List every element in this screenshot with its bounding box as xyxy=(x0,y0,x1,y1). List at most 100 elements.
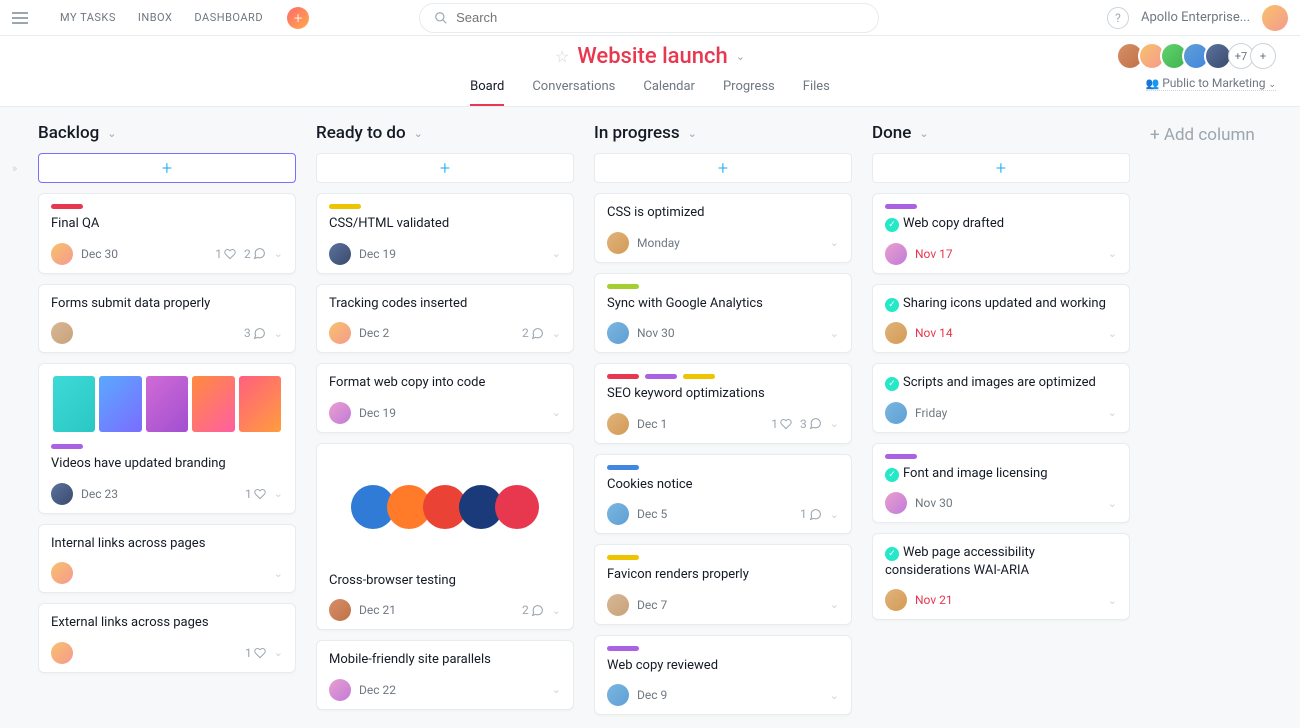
card-menu-chevron[interactable]: ⌄ xyxy=(552,406,561,419)
assignee-avatar[interactable] xyxy=(51,562,73,584)
card-menu-chevron[interactable]: ⌄ xyxy=(830,327,839,340)
tab-conversations[interactable]: Conversations xyxy=(532,73,615,106)
search-input[interactable] xyxy=(456,10,864,25)
assignee-avatar[interactable] xyxy=(885,322,907,344)
task-card[interactable]: Forms submit data properly3⌄ xyxy=(38,284,296,354)
task-card[interactable]: CSS/HTML validatedDec 19⌄ xyxy=(316,193,574,274)
task-card[interactable]: Mobile-friendly site parallelsDec 22⌄ xyxy=(316,640,574,710)
menu-icon[interactable] xyxy=(12,6,36,30)
card-menu-chevron[interactable]: ⌄ xyxy=(830,236,839,249)
assignee-avatar[interactable] xyxy=(51,322,73,344)
card-menu-chevron[interactable]: ⌄ xyxy=(830,508,839,521)
task-card[interactable]: Format web copy into codeDec 19⌄ xyxy=(316,363,574,433)
add-card-button[interactable]: + xyxy=(872,153,1130,183)
assignee-avatar[interactable] xyxy=(329,243,351,265)
assignee-avatar[interactable] xyxy=(885,402,907,424)
like-count[interactable]: 1 xyxy=(215,247,236,261)
assignee-avatar[interactable] xyxy=(885,492,907,514)
card-menu-chevron[interactable]: ⌄ xyxy=(274,327,283,340)
assignee-avatar[interactable] xyxy=(329,322,351,344)
task-card[interactable]: External links across pages1⌄ xyxy=(38,603,296,673)
task-card[interactable]: Videos have updated brandingDec 231⌄ xyxy=(38,363,296,514)
task-card[interactable]: Cookies noticeDec 51⌄ xyxy=(594,454,852,535)
card-menu-chevron[interactable]: ⌄ xyxy=(1108,594,1117,607)
assignee-avatar[interactable] xyxy=(885,243,907,265)
expand-sidebar-icon[interactable]: » xyxy=(12,162,17,175)
task-card[interactable]: ✓Web copy draftedNov 17⌄ xyxy=(872,193,1130,274)
tab-files[interactable]: Files xyxy=(803,73,830,106)
task-card[interactable]: Final QADec 3012⌄ xyxy=(38,193,296,274)
task-card[interactable]: Favicon renders properlyDec 7⌄ xyxy=(594,544,852,625)
add-card-button[interactable]: + xyxy=(316,153,574,183)
task-card[interactable]: Tracking codes insertedDec 22⌄ xyxy=(316,284,574,354)
assignee-avatar[interactable] xyxy=(607,594,629,616)
card-menu-chevron[interactable]: ⌄ xyxy=(552,247,561,260)
card-menu-chevron[interactable]: ⌄ xyxy=(1108,497,1117,510)
card-menu-chevron[interactable]: ⌄ xyxy=(274,646,283,659)
card-menu-chevron[interactable]: ⌄ xyxy=(552,683,561,696)
card-menu-chevron[interactable]: ⌄ xyxy=(552,327,561,340)
card-menu-chevron[interactable]: ⌄ xyxy=(1108,327,1117,340)
task-card[interactable]: Cross-browser testingDec 212⌄ xyxy=(316,443,574,631)
assignee-avatar[interactable] xyxy=(607,413,629,435)
task-card[interactable]: ✓Font and image licensingNov 30⌄ xyxy=(872,443,1130,524)
add-card-button[interactable]: + xyxy=(38,153,296,183)
nav-inbox[interactable]: INBOX xyxy=(138,11,173,24)
assignee-avatar[interactable] xyxy=(51,642,73,664)
assignee-avatar[interactable] xyxy=(885,589,907,611)
column-menu-chevron[interactable]: ⌄ xyxy=(414,127,423,140)
project-members[interactable]: +7 + xyxy=(1122,42,1276,70)
card-menu-chevron[interactable]: ⌄ xyxy=(1108,406,1117,419)
project-visibility[interactable]: 👥 Public to Marketing ⌄ xyxy=(1146,76,1276,91)
tab-progress[interactable]: Progress xyxy=(723,73,775,106)
search-box[interactable] xyxy=(419,3,879,33)
task-card[interactable]: ✓Sharing icons updated and workingNov 14… xyxy=(872,284,1130,354)
comment-count[interactable]: 2 xyxy=(244,247,266,261)
workspace-name[interactable]: Apollo Enterprise... xyxy=(1141,10,1250,25)
card-menu-chevron[interactable]: ⌄ xyxy=(274,247,283,260)
user-avatar[interactable] xyxy=(1262,5,1288,31)
task-card[interactable]: Internal links across pages⌄ xyxy=(38,524,296,594)
card-menu-chevron[interactable]: ⌄ xyxy=(830,689,839,702)
project-menu-chevron[interactable]: ⌄ xyxy=(736,50,745,63)
task-card[interactable]: CSS is optimizedMonday⌄ xyxy=(594,193,852,263)
comment-count[interactable]: 2 xyxy=(522,326,544,340)
card-menu-chevron[interactable]: ⌄ xyxy=(274,487,283,500)
add-card-button[interactable]: + xyxy=(594,153,852,183)
tab-calendar[interactable]: Calendar xyxy=(643,73,695,106)
card-menu-chevron[interactable]: ⌄ xyxy=(830,417,839,430)
task-card[interactable]: ✓Web page accessibility considerations W… xyxy=(872,533,1130,620)
comment-count[interactable]: 3 xyxy=(244,326,266,340)
nav-dashboard[interactable]: DASHBOARD xyxy=(194,11,263,24)
comment-count[interactable]: 2 xyxy=(522,603,544,617)
task-card[interactable]: Sync with Google AnalyticsNov 30⌄ xyxy=(594,273,852,354)
like-count[interactable]: 1 xyxy=(245,646,266,660)
column-menu-chevron[interactable]: ⌄ xyxy=(107,127,116,140)
like-count[interactable]: 1 xyxy=(771,417,792,431)
assignee-avatar[interactable] xyxy=(607,503,629,525)
task-card[interactable]: ✓Scripts and images are optimizedFriday⌄ xyxy=(872,363,1130,433)
task-card[interactable]: Web copy reviewedDec 9⌄ xyxy=(594,635,852,716)
assignee-avatar[interactable] xyxy=(51,243,73,265)
comment-count[interactable]: 3 xyxy=(800,417,822,431)
comment-count[interactable]: 1 xyxy=(800,507,822,521)
like-count[interactable]: 1 xyxy=(245,487,266,501)
quick-add-button[interactable]: + xyxy=(287,7,309,29)
assignee-avatar[interactable] xyxy=(329,402,351,424)
card-menu-chevron[interactable]: ⌄ xyxy=(274,567,283,580)
task-card[interactable]: SEO keyword optimizationsDec 113⌄ xyxy=(594,363,852,444)
column-menu-chevron[interactable]: ⌄ xyxy=(919,127,928,140)
add-column-button[interactable]: + Add column xyxy=(1150,123,1255,147)
assignee-avatar[interactable] xyxy=(329,679,351,701)
card-menu-chevron[interactable]: ⌄ xyxy=(1108,247,1117,260)
card-menu-chevron[interactable]: ⌄ xyxy=(830,598,839,611)
tab-board[interactable]: Board xyxy=(470,73,504,106)
assignee-avatar[interactable] xyxy=(51,483,73,505)
column-menu-chevron[interactable]: ⌄ xyxy=(688,127,697,140)
star-icon[interactable]: ☆ xyxy=(555,47,569,66)
help-icon[interactable]: ? xyxy=(1107,7,1129,29)
card-menu-chevron[interactable]: ⌄ xyxy=(552,604,561,617)
assignee-avatar[interactable] xyxy=(607,232,629,254)
assignee-avatar[interactable] xyxy=(607,684,629,706)
add-member-button[interactable]: + xyxy=(1250,43,1276,69)
